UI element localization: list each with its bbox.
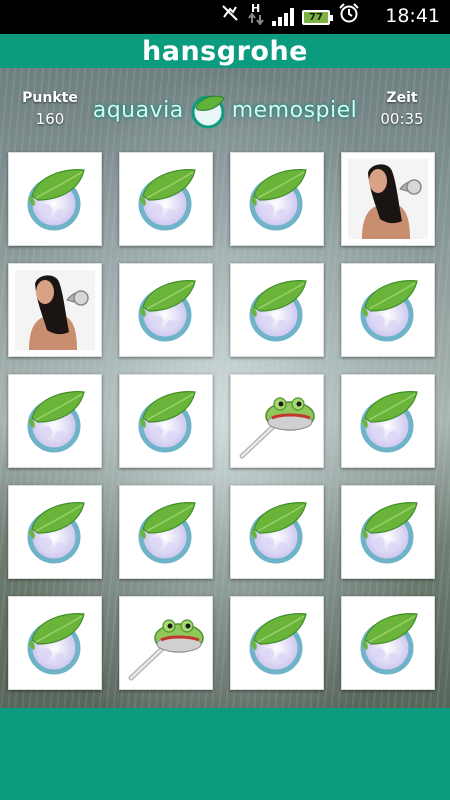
- memory-card[interactable]: [341, 485, 435, 579]
- signal-icon: [272, 8, 294, 26]
- memory-card[interactable]: [8, 596, 102, 690]
- frog-shower-head-icon: [128, 619, 204, 681]
- memory-card[interactable]: [119, 485, 213, 579]
- aquavia-card-back-icon: [27, 502, 85, 564]
- mute-icon: [220, 3, 240, 31]
- aquavia-card-back-icon: [249, 502, 307, 564]
- footer-bar: [0, 708, 450, 800]
- aquavia-card-back-icon: [138, 502, 196, 564]
- memory-card[interactable]: [230, 485, 324, 579]
- aquavia-card-back-icon: [360, 280, 418, 342]
- memory-card[interactable]: [341, 152, 435, 246]
- memory-card[interactable]: [8, 152, 102, 246]
- score-value: 160: [35, 110, 65, 128]
- aquavia-card-back-icon: [27, 391, 85, 453]
- frog-shower-head-icon: [239, 397, 315, 459]
- score-panel: Punkte 160: [20, 90, 80, 128]
- memory-board: [8, 152, 437, 690]
- brand-header: hansgrohe: [0, 34, 450, 68]
- memory-card[interactable]: [8, 374, 102, 468]
- logo-word-right: memospiel: [231, 97, 358, 123]
- memory-card[interactable]: [119, 263, 213, 357]
- aquavia-card-back-icon: [138, 280, 196, 342]
- woman-shower-picture-icon: [15, 270, 95, 350]
- game-area: Punkte 160 aquavia memospiel Zeit 00:35: [0, 68, 450, 708]
- alarm-icon: [338, 2, 360, 32]
- memory-card[interactable]: [230, 374, 324, 468]
- memory-card[interactable]: [230, 263, 324, 357]
- memory-card[interactable]: [341, 263, 435, 357]
- battery-icon: 77: [302, 9, 333, 25]
- memory-card[interactable]: [341, 374, 435, 468]
- brand-title: hansgrohe: [142, 35, 308, 67]
- aquavia-card-back-icon: [360, 391, 418, 453]
- leaf-drop-icon: [191, 95, 225, 129]
- aquavia-card-back-icon: [249, 613, 307, 675]
- aquavia-logo: aquavia memospiel: [90, 88, 360, 132]
- aquavia-card-back-icon: [27, 613, 85, 675]
- aquavia-card-back-icon: [138, 169, 196, 231]
- aquavia-card-back-icon: [27, 169, 85, 231]
- data-transfer-icon: H: [248, 1, 264, 33]
- woman-shower-picture-icon: [348, 159, 428, 239]
- memory-card[interactable]: [230, 152, 324, 246]
- memory-card[interactable]: [8, 485, 102, 579]
- time-panel: Zeit 00:35: [372, 90, 432, 128]
- memory-card[interactable]: [119, 374, 213, 468]
- memory-card[interactable]: [8, 263, 102, 357]
- aquavia-card-back-icon: [249, 280, 307, 342]
- aquavia-card-back-icon: [360, 613, 418, 675]
- time-value: 00:35: [380, 110, 424, 128]
- memory-card[interactable]: [341, 596, 435, 690]
- memory-card[interactable]: [230, 596, 324, 690]
- aquavia-card-back-icon: [360, 502, 418, 564]
- score-label: Punkte: [22, 90, 78, 106]
- logo-word-left: aquavia: [92, 97, 184, 123]
- status-bar: H 77 18:41: [0, 0, 450, 34]
- memory-card[interactable]: [119, 596, 213, 690]
- aquavia-card-back-icon: [138, 391, 196, 453]
- time-label: Zeit: [386, 90, 418, 106]
- aquavia-card-back-icon: [249, 169, 307, 231]
- memory-card[interactable]: [119, 152, 213, 246]
- status-time: 18:41: [385, 5, 440, 27]
- status-icons: H 77: [220, 1, 360, 33]
